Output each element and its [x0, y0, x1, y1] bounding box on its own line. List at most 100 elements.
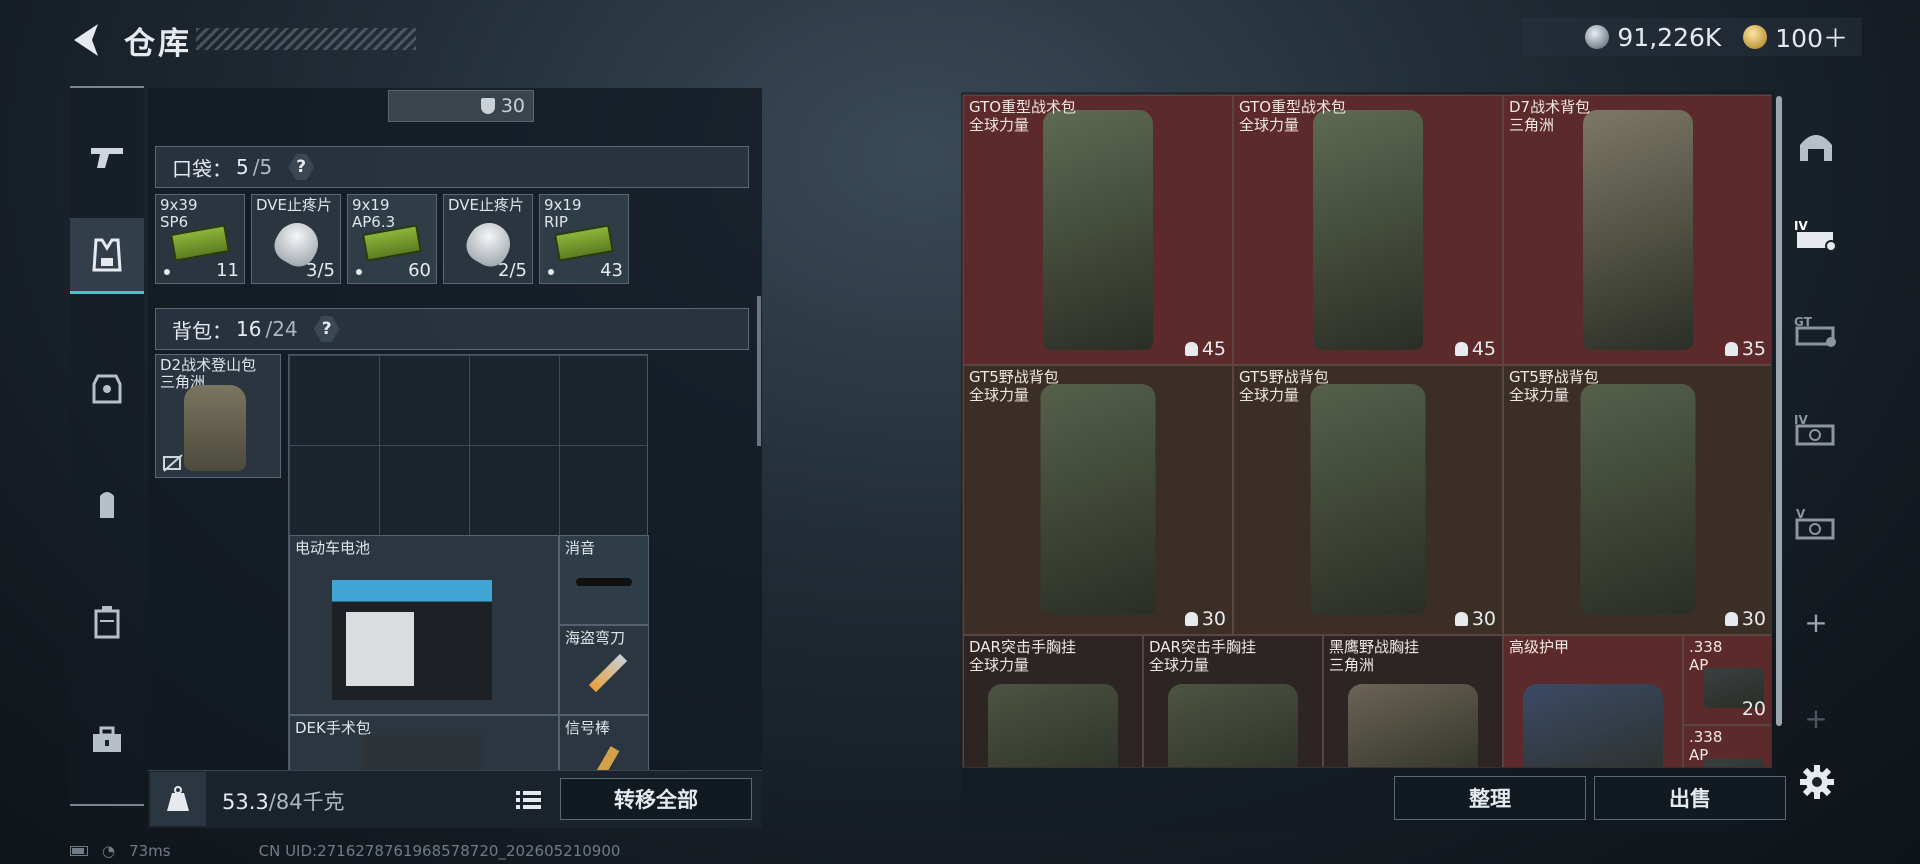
item-count: 45: [1471, 338, 1496, 360]
sell-button[interactable]: 出售: [1594, 776, 1786, 820]
stash-tab-iv[interactable]: IV: [1786, 200, 1846, 272]
nav-backpack[interactable]: [70, 466, 144, 542]
grid-item-battery[interactable]: 电动车电池: [289, 535, 559, 715]
weight-kg-icon: [167, 786, 189, 811]
add-container-button-disabled: +: [1786, 682, 1846, 754]
nav-case[interactable]: [70, 584, 144, 660]
pocket-slot[interactable]: 9x19 RIP 43: [539, 194, 629, 284]
list-view-button[interactable]: [512, 784, 544, 814]
item-faction: 全球力量: [969, 116, 1030, 134]
grid-item-surgical-kit[interactable]: DEK手术包: [289, 715, 559, 775]
weight-icon-box: [150, 772, 206, 826]
sort-button[interactable]: 整理: [1394, 776, 1586, 820]
item-count: 60: [408, 260, 431, 281]
item-value: 35: [1724, 338, 1766, 360]
item-image: [1580, 384, 1696, 614]
item-name: DVE止疼片: [448, 196, 525, 214]
stash-scrollbar[interactable]: [1776, 96, 1782, 726]
stash-item[interactable]: .338 AP 20: [1683, 635, 1771, 725]
stash-item[interactable]: GTO重型战术包 全球力量 45: [1233, 95, 1503, 365]
case-icon: [94, 606, 120, 639]
settings-button[interactable]: [1797, 762, 1837, 802]
backpack-image: [184, 385, 246, 471]
transfer-all-button[interactable]: 转移全部: [560, 778, 752, 820]
durability-value: 30: [500, 95, 525, 117]
pocket-slot[interactable]: DVE止疼片 2/5: [443, 194, 533, 284]
page-title: 仓库: [124, 26, 192, 62]
nav-toolbox[interactable]: [70, 702, 144, 778]
nav-vest[interactable]: [70, 218, 144, 294]
stash-item[interactable]: 高级护甲: [1503, 635, 1683, 767]
pocket-slot[interactable]: 9x19 AP6.3 60: [347, 194, 437, 284]
backpack-grid[interactable]: 电动车电池 消音 海盗弯刀 DEK手术包 信号棒: [288, 354, 649, 775]
stash-item[interactable]: GT5野战背包 全球力量 30: [1233, 365, 1503, 635]
stash-item[interactable]: GTO重型战术包 全球力量 45: [963, 95, 1233, 365]
ammo-dot-icon: [356, 269, 362, 275]
container-iv-icon: IV: [1794, 219, 1837, 252]
pocket-slot[interactable]: DVE止疼片 3/5: [251, 194, 341, 284]
add-container-button[interactable]: +: [1786, 586, 1846, 658]
item-value: 20: [1742, 698, 1766, 720]
pistol-icon: [91, 148, 123, 168]
stash-tab-v[interactable]: V: [1786, 488, 1846, 560]
pocket-help-icon[interactable]: ?: [288, 154, 315, 180]
nav-weapons[interactable]: [70, 118, 144, 194]
item-value: 45: [1184, 338, 1226, 360]
stash-item[interactable]: .338 AP: [1683, 725, 1771, 767]
no-drop-icon: [163, 454, 183, 472]
loadout-scrollbar[interactable]: [757, 296, 761, 446]
item-value: 30: [1454, 608, 1496, 630]
stash-tab-gt[interactable]: GT: [1786, 296, 1846, 368]
item-name: GT5野战背包: [1509, 368, 1599, 386]
equipped-weapon-slot[interactable]: 30: [388, 90, 534, 122]
stash-item[interactable]: GT5野战背包 全球力量 30: [1503, 365, 1771, 635]
item-faction: 三角洲: [1509, 116, 1555, 134]
stash-item[interactable]: DAR突击手胸挂 全球力量: [1143, 635, 1323, 767]
stash-tab-iv-2[interactable]: IV: [1786, 394, 1846, 466]
grid-item-machete[interactable]: 海盗弯刀: [559, 625, 649, 715]
grid-item-flare[interactable]: 信号棒: [559, 715, 649, 775]
equipped-backpack-slot[interactable]: D2战术登山包 三角洲: [155, 354, 281, 478]
plus-icon: +: [1804, 701, 1828, 735]
grid-item-suppressor[interactable]: 消音: [559, 535, 649, 625]
item-faction: 全球力量: [1239, 386, 1300, 404]
item-name: 信号棒: [565, 719, 611, 737]
capacity-icon: [1724, 342, 1738, 356]
ammo-dot-icon: [164, 269, 170, 275]
item-count: 30: [1201, 608, 1226, 630]
item-faction: 三角洲: [1329, 656, 1375, 674]
gold-amount[interactable]: 100＋: [1775, 19, 1848, 55]
suppressor-image: [576, 578, 632, 586]
stash-tab-main[interactable]: [1786, 110, 1846, 182]
nav-armor[interactable]: [70, 350, 144, 426]
status-bar: ◔ 73ms CN UID:2716278761968578720_202605…: [70, 842, 620, 860]
back-button[interactable]: [68, 20, 104, 60]
stash-item[interactable]: DAR突击手胸挂 全球力量: [963, 635, 1143, 767]
stash-item[interactable]: 黑鹰野战胸挂 三角洲: [1323, 635, 1503, 767]
surgical-kit-image: [362, 734, 482, 774]
gear-icon: [1800, 765, 1834, 799]
list-icon: [516, 791, 541, 809]
backpack-help-icon[interactable]: ?: [313, 316, 340, 342]
weight-current: 53.3: [222, 790, 269, 814]
stash-item[interactable]: D7战术背包 三角洲 35: [1503, 95, 1771, 365]
item-value: 45: [1454, 338, 1496, 360]
item-name: 高级护甲: [1509, 638, 1570, 656]
item-faction: 全球力量: [1149, 656, 1210, 674]
currency-display: 91,226K 100＋: [1522, 18, 1862, 56]
stash-item[interactable]: GT5野战背包 全球力量 30: [963, 365, 1233, 635]
item-count: 45: [1201, 338, 1226, 360]
item-name: 9x39 SP6: [160, 196, 198, 231]
item-name: 黑鹰野战胸挂: [1329, 638, 1420, 656]
item-name: DAR突击手胸挂: [969, 638, 1076, 656]
pocket-slot[interactable]: 9x39 SP6 11: [155, 194, 245, 284]
left-category-nav: [70, 86, 144, 806]
item-name: GT5野战背包: [1239, 368, 1329, 386]
stash-grid[interactable]: GTO重型战术包 全球力量 45 GTO重型战术包 全球力量 45 D7战术背包 三角洲 35 G…: [962, 94, 1772, 768]
item-name: 消音: [565, 539, 596, 557]
item-faction: 全球力量: [969, 656, 1030, 674]
item-name: DVE止疼片: [256, 196, 333, 214]
armor-icon: [92, 374, 122, 404]
machete-image: [588, 653, 628, 693]
capacity-icon: [1454, 612, 1468, 626]
